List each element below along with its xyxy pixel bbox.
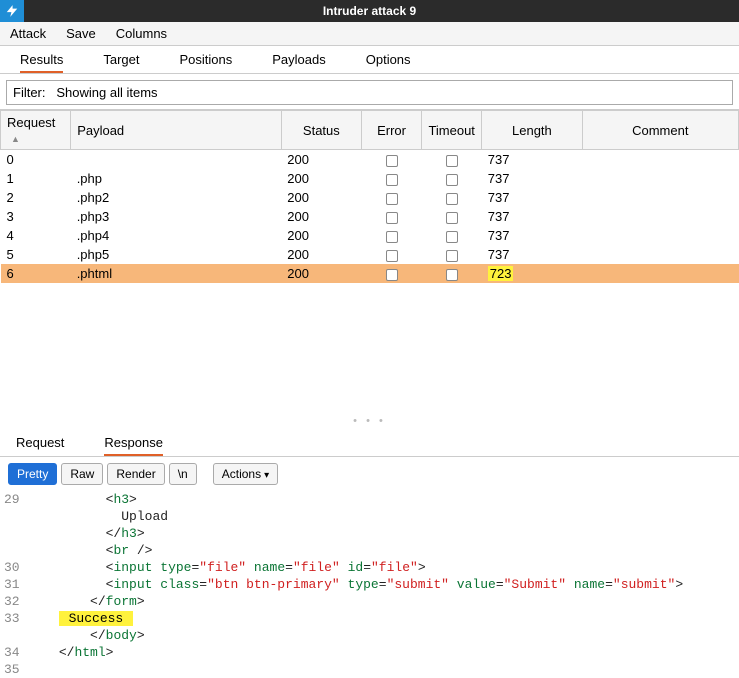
table-row[interactable]: 2.php2200737 xyxy=(1,188,739,207)
error-checkbox xyxy=(386,269,398,281)
error-checkbox xyxy=(386,231,398,243)
line-numbers: 29303132333435 xyxy=(0,491,28,678)
error-checkbox xyxy=(386,155,398,167)
filter-value: Showing all items xyxy=(56,85,157,100)
timeout-checkbox xyxy=(446,231,458,243)
tab-target[interactable]: Target xyxy=(103,52,139,73)
window-title: Intruder attack 9 xyxy=(323,4,416,18)
tab-payloads[interactable]: Payloads xyxy=(272,52,325,73)
menu-save[interactable]: Save xyxy=(66,26,96,41)
lower-tab-response[interactable]: Response xyxy=(104,435,163,456)
timeout-checkbox xyxy=(446,250,458,262)
view-raw-button[interactable]: Raw xyxy=(61,463,103,485)
tab-options[interactable]: Options xyxy=(366,52,411,73)
error-checkbox xyxy=(386,250,398,262)
chevron-down-icon: ▾ xyxy=(264,470,269,481)
col-length[interactable]: Length xyxy=(482,111,582,150)
view-render-button[interactable]: Render xyxy=(107,463,164,485)
error-checkbox xyxy=(386,174,398,186)
filter-label: Filter: xyxy=(13,85,46,100)
error-checkbox xyxy=(386,212,398,224)
toggle-newlines-button[interactable]: \n xyxy=(169,463,197,485)
col-request[interactable]: Request▲ xyxy=(1,111,71,150)
table-header-row: Request▲PayloadStatusErrorTimeoutLengthC… xyxy=(1,111,739,150)
menu-attack[interactable]: Attack xyxy=(10,26,46,41)
col-status[interactable]: Status xyxy=(281,111,361,150)
lower-tab-request[interactable]: Request xyxy=(16,435,64,456)
results-table: Request▲PayloadStatusErrorTimeoutLengthC… xyxy=(0,109,739,413)
filter-bar[interactable]: Filter: Showing all items xyxy=(6,80,733,105)
col-payload[interactable]: Payload xyxy=(71,111,282,150)
col-comment[interactable]: Comment xyxy=(582,111,738,150)
timeout-checkbox xyxy=(446,212,458,224)
table-row[interactable]: 5.php5200737 xyxy=(1,245,739,264)
menubar: Attack Save Columns xyxy=(0,22,739,46)
timeout-checkbox xyxy=(446,174,458,186)
timeout-checkbox xyxy=(446,269,458,281)
table-row[interactable]: 4.php4200737 xyxy=(1,226,739,245)
tab-results[interactable]: Results xyxy=(20,52,63,73)
code-view: 29303132333435 <h3> Upload </h3> <br /> … xyxy=(0,491,739,678)
col-timeout[interactable]: Timeout xyxy=(422,111,482,150)
main-tabs: Results Target Positions Payloads Options xyxy=(0,46,739,74)
view-toolbar: PrettyRawRender\n Actions▾ xyxy=(0,457,739,491)
window-titlebar: Intruder attack 9 xyxy=(0,0,739,22)
resize-grip[interactable]: • • • xyxy=(0,413,739,429)
table-body: 02007371.php2007372.php22007373.php32007… xyxy=(1,150,739,284)
table-row[interactable]: 1.php200737 xyxy=(1,169,739,188)
table-row[interactable]: 0200737 xyxy=(1,150,739,170)
error-checkbox xyxy=(386,193,398,205)
code-content[interactable]: <h3> Upload </h3> <br /> <input type="fi… xyxy=(28,491,684,678)
table-row[interactable]: 3.php3200737 xyxy=(1,207,739,226)
view-pretty-button[interactable]: Pretty xyxy=(8,463,57,485)
col-error[interactable]: Error xyxy=(361,111,421,150)
sort-asc-icon: ▲ xyxy=(11,134,20,144)
actions-button[interactable]: Actions▾ xyxy=(213,463,278,485)
timeout-checkbox xyxy=(446,155,458,167)
tab-positions[interactable]: Positions xyxy=(180,52,233,73)
table-row[interactable]: 6.phtml200723 xyxy=(1,264,739,283)
menu-columns[interactable]: Columns xyxy=(116,26,167,41)
app-icon xyxy=(0,0,24,22)
lower-tabs: Request Response xyxy=(0,429,739,457)
timeout-checkbox xyxy=(446,193,458,205)
